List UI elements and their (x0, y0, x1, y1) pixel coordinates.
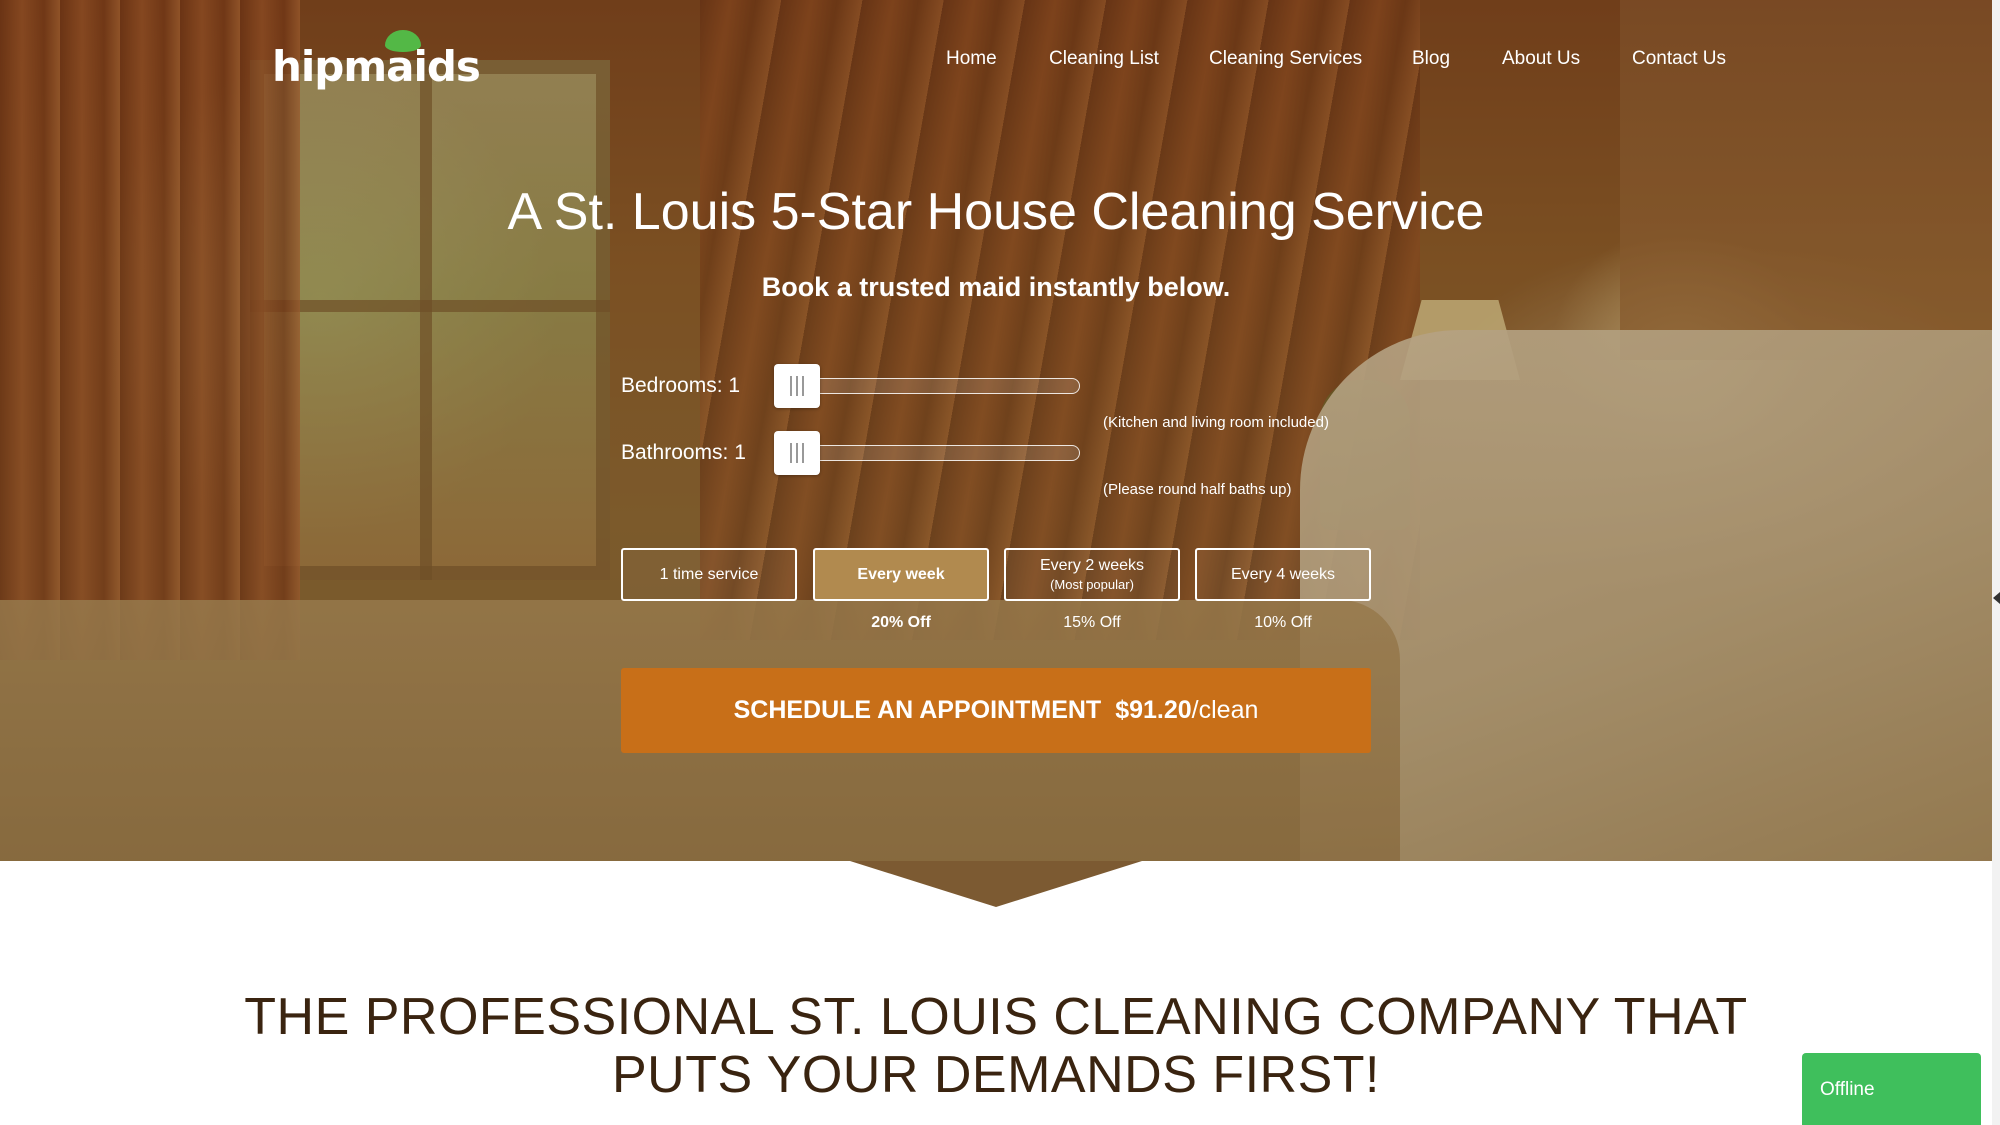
discount-every-4-weeks: 10% Off (1254, 614, 1312, 631)
section-title: THE PROFESSIONAL ST. LOUIS CLEANING COMP… (0, 988, 1992, 1104)
discount-every-2-weeks: 15% Off (1063, 614, 1121, 631)
frequency-label: Every 2 weeks (1039, 557, 1145, 574)
discount-every-week: 20% Off (871, 614, 931, 631)
nav-item-cleaning-list[interactable]: Cleaning List (1049, 48, 1159, 70)
frequency-label: Every 4 weeks (1230, 565, 1336, 583)
nav-item-about-us[interactable]: About Us (1502, 48, 1580, 70)
chat-widget[interactable]: Offline (1802, 1053, 1981, 1125)
frequency-sublabel: (Most popular) (1050, 577, 1134, 592)
hero-headline: A St. Louis 5-Star House Cleaning Servic… (507, 183, 1485, 241)
bedrooms-slider-handle[interactable] (774, 364, 820, 408)
cta-price: $91.20 (1115, 696, 1192, 724)
bedrooms-label: Bedrooms: 1 (621, 374, 741, 397)
section-title-line1: THE PROFESSIONAL ST. LOUIS CLEANING COMP… (244, 988, 1748, 1046)
nav-item-blog[interactable]: Blog (1412, 48, 1450, 70)
nav-item-home[interactable]: Home (946, 48, 997, 70)
frequency-every-4-weeks-button[interactable]: Every 4 weeks (1195, 548, 1371, 601)
nav-item-cleaning-services[interactable]: Cleaning Services (1209, 48, 1362, 70)
cta-unit: /clean (1191, 696, 1259, 724)
hero-subheadline: Book a trusted maid instantly below. (761, 272, 1231, 302)
section-chevron (850, 861, 1142, 907)
main-nav: Home Cleaning List Cleaning Services Blo… (0, 48, 2000, 78)
edge-arrow-icon (1993, 592, 2000, 604)
cta-label: SCHEDULE AN APPOINTMENT (733, 696, 1102, 724)
frequency-label: 1 time service (659, 565, 759, 583)
window-edge (1992, 0, 2000, 1125)
bedrooms-note: (Kitchen and living room included) (1103, 414, 1329, 431)
frequency-one-time-button[interactable]: 1 time service (621, 548, 797, 601)
bathrooms-note: (Please round half baths up) (1103, 481, 1292, 498)
frequency-label: Every week (857, 565, 945, 583)
nav-item-contact-us[interactable]: Contact Us (1632, 48, 1726, 70)
section-title-line2: PUTS YOUR DEMANDS FIRST! (611, 1046, 1380, 1104)
frequency-every-week-button[interactable]: Every week (813, 548, 989, 601)
schedule-appointment-button[interactable]: SCHEDULE AN APPOINTMENT $91.20/clean (621, 668, 1371, 753)
frequency-every-2-weeks-button[interactable]: Every 2 weeks (Most popular) (1004, 548, 1180, 601)
bathrooms-label: Bathrooms: 1 (621, 441, 746, 464)
bathrooms-slider-handle[interactable] (774, 431, 820, 475)
